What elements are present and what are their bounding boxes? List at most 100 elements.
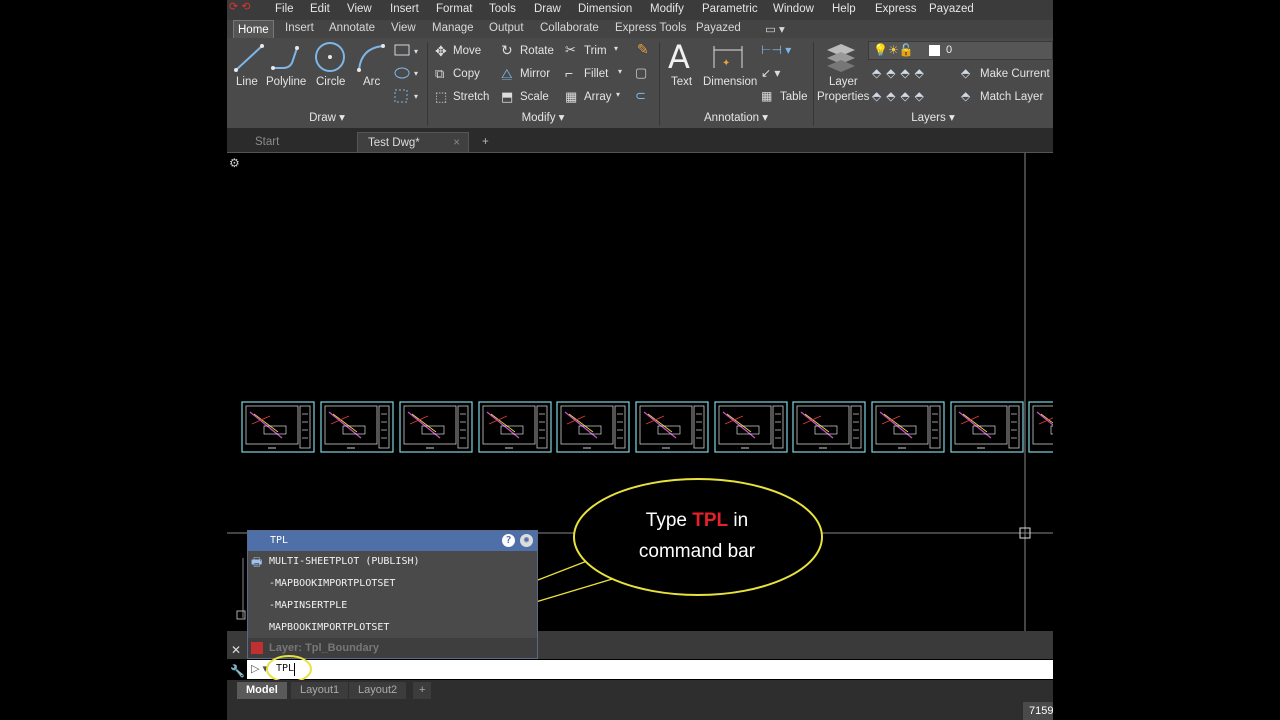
- move-button[interactable]: Move: [453, 45, 481, 57]
- text-icon[interactable]: A: [668, 38, 690, 76]
- menu-modify[interactable]: Modify: [650, 3, 684, 15]
- menu-draw[interactable]: Draw: [534, 3, 561, 15]
- menu-help[interactable]: Help: [832, 3, 856, 15]
- dimension-icon[interactable]: ✦: [711, 42, 745, 72]
- arc-button[interactable]: Arc: [363, 76, 380, 88]
- layer-properties-label-2[interactable]: Properties: [817, 91, 869, 103]
- new-tab-button[interactable]: +: [475, 132, 499, 152]
- copy-button[interactable]: Copy: [453, 68, 480, 80]
- leader-icon[interactable]: ↙ ▾: [761, 66, 780, 80]
- linear-dim-icon[interactable]: ⊢⊣ ▾: [761, 43, 791, 57]
- tab-view[interactable]: View: [391, 22, 416, 34]
- menu-file[interactable]: File: [275, 3, 294, 15]
- copy-icon: ⧉: [435, 66, 445, 81]
- tab-test-dwg[interactable]: Test Dwg* ×: [357, 132, 469, 152]
- circle-icon[interactable]: [313, 40, 347, 74]
- menu-format[interactable]: Format: [436, 3, 472, 15]
- layer-tools-icons-row2[interactable]: ⬘⬘⬘⬘: [872, 89, 929, 103]
- dimension-button[interactable]: Dimension: [703, 76, 757, 88]
- menu-dimension[interactable]: Dimension: [578, 3, 632, 15]
- layer-dropdown[interactable]: 💡☀🔓 0: [868, 41, 1053, 60]
- command-line[interactable]: ▷ ▾ TPL: [247, 655, 1053, 683]
- match-layer-button[interactable]: Match Layer: [980, 91, 1043, 103]
- quick-access-icons[interactable]: ⟳ ⟲: [229, 0, 251, 13]
- mirror-button[interactable]: Mirror: [520, 68, 550, 80]
- line-button[interactable]: Line: [236, 76, 258, 88]
- polyline-button[interactable]: Polyline: [266, 76, 306, 88]
- annotation-panel-title[interactable]: Annotation ▾: [659, 110, 813, 126]
- autocomplete-item[interactable]: 🖶 MULTI-SHEETPLOT (PUBLISH): [248, 551, 537, 573]
- autocomplete-item[interactable]: -MAPBOOKIMPORTPLOTSET: [248, 573, 537, 595]
- rotate-button[interactable]: Rotate: [520, 45, 554, 57]
- tab-test-dwg-label: Test Dwg*: [368, 137, 420, 149]
- autocomplete-item[interactable]: -MAPINSERTPLE: [248, 595, 537, 617]
- layer-tools-icons-row1[interactable]: ⬘⬘⬘⬘: [872, 66, 929, 80]
- tab-layout2[interactable]: Layout2: [349, 682, 407, 699]
- make-current-button[interactable]: Make Current: [980, 68, 1050, 80]
- wrench-icon[interactable]: 🔧: [230, 664, 245, 678]
- chevron-down-icon[interactable]: ▾: [614, 44, 618, 53]
- scale-icon: ⬒: [501, 89, 514, 104]
- tab-manage[interactable]: Manage: [432, 22, 474, 34]
- help-icon[interactable]: ?: [502, 534, 515, 547]
- scale-button[interactable]: Scale: [520, 91, 549, 103]
- close-icon[interactable]: ✕: [231, 643, 241, 657]
- menu-parametric[interactable]: Parametric: [702, 3, 758, 15]
- line-icon[interactable]: [233, 42, 265, 74]
- menu-payazed[interactable]: Payazed: [929, 3, 974, 15]
- tab-model[interactable]: Model: [237, 682, 287, 699]
- draw-panel-title[interactable]: Draw ▾: [227, 110, 427, 126]
- layers-panel-title[interactable]: Layers ▾: [813, 110, 1053, 126]
- fillet-button[interactable]: Fillet: [584, 68, 608, 80]
- menu-view[interactable]: View: [347, 3, 372, 15]
- ribbon-options-icon[interactable]: ▭ ▾: [765, 22, 785, 36]
- coordinate-readout: 7159: [1023, 702, 1053, 720]
- layer-properties-icon[interactable]: [825, 40, 857, 74]
- menu-edit[interactable]: Edit: [310, 3, 330, 15]
- move-icon: ✥: [435, 43, 447, 59]
- erase-icon[interactable]: ✎: [637, 41, 649, 58]
- draw-small-tools-icon[interactable]: ▾ ▾ ▾: [393, 43, 421, 107]
- autocomplete-header: TPL ? ◉: [248, 531, 537, 551]
- tab-start[interactable]: Start: [245, 132, 360, 152]
- explode-icon[interactable]: ▢: [635, 65, 647, 81]
- menu-window[interactable]: Window: [773, 3, 814, 15]
- trim-button[interactable]: Trim: [584, 45, 607, 57]
- tab-express-tools[interactable]: Express Tools: [615, 22, 686, 34]
- table-button[interactable]: Table: [780, 91, 808, 103]
- svg-text:✦: ✦: [722, 58, 730, 69]
- menu-insert[interactable]: Insert: [390, 3, 419, 15]
- table-icon: ▦: [761, 89, 773, 103]
- autocomplete-item[interactable]: MAPBOOKIMPORTPLOTSET: [248, 617, 537, 639]
- stretch-button[interactable]: Stretch: [453, 91, 489, 103]
- chevron-down-icon[interactable]: ▾: [618, 67, 622, 76]
- text-button[interactable]: Text: [671, 76, 692, 88]
- offset-icon[interactable]: ⊂: [635, 88, 646, 104]
- tab-layout1[interactable]: Layout1: [291, 682, 349, 699]
- menu-express[interactable]: Express: [875, 3, 917, 15]
- layer-properties-label-1[interactable]: Layer: [829, 76, 858, 88]
- close-icon[interactable]: ×: [453, 133, 460, 153]
- autocomplete-item-label: MAPBOOKIMPORTPLOTSET: [269, 622, 390, 633]
- stretch-icon: ⬚: [435, 89, 448, 104]
- polyline-icon[interactable]: [269, 42, 303, 74]
- chevron-down-icon[interactable]: ▾: [616, 90, 620, 99]
- tab-payazed[interactable]: Payazed: [696, 22, 741, 34]
- add-layout-button[interactable]: +: [413, 682, 432, 699]
- circle-button[interactable]: Circle: [316, 76, 345, 88]
- tab-output[interactable]: Output: [489, 22, 524, 34]
- arc-icon[interactable]: [355, 42, 387, 74]
- autocomplete-query: TPL: [270, 535, 289, 546]
- layer-state-icons: 💡☀🔓: [873, 43, 914, 57]
- menu-bar: ⟳ ⟲ File Edit View Insert Format Tools D…: [227, 0, 1053, 20]
- ribbon: Line Polyline Circle Arc ▾ ▾ ▾ Draw ▾ ✥ Mo…: [227, 38, 1053, 128]
- svg-text:▾: ▾: [414, 47, 418, 56]
- array-button[interactable]: Array: [584, 91, 611, 103]
- tab-collaborate[interactable]: Collaborate: [540, 22, 599, 34]
- tab-insert[interactable]: Insert: [285, 22, 314, 34]
- menu-tools[interactable]: Tools: [489, 3, 516, 15]
- tab-annotate[interactable]: Annotate: [329, 22, 375, 34]
- modify-panel-title[interactable]: Modify ▾: [427, 110, 659, 126]
- globe-icon[interactable]: ◉: [520, 534, 533, 547]
- tab-home[interactable]: Home: [233, 20, 274, 39]
